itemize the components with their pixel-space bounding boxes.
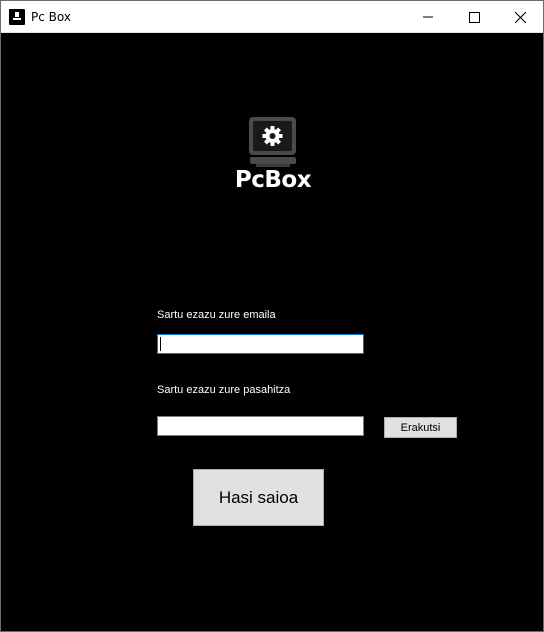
window-title: Pc Box (31, 10, 71, 24)
app-window: Pc Box PcBox Sartu ezazu zure emaila Sar… (0, 0, 544, 632)
logo-text: PcBox (234, 167, 312, 193)
monitor-gear-icon (249, 117, 296, 167)
email-field[interactable] (157, 334, 364, 354)
title-bar[interactable]: Pc Box (1, 1, 543, 33)
minimize-button[interactable] (405, 1, 451, 33)
minimize-icon (423, 16, 433, 18)
login-button[interactable]: Hasi saioa (193, 469, 324, 526)
close-button[interactable] (497, 1, 543, 33)
close-icon (514, 11, 526, 23)
password-field[interactable] (157, 416, 364, 436)
show-password-button[interactable]: Erakutsi (384, 417, 457, 438)
login-panel: PcBox Sartu ezazu zure emaila Sartu ezaz… (1, 33, 543, 631)
email-label: Sartu ezazu zure emaila (157, 309, 276, 321)
maximize-icon (468, 11, 480, 23)
app-icon[interactable] (9, 9, 25, 25)
maximize-button[interactable] (451, 1, 497, 33)
text-caret (160, 337, 161, 351)
pcbox-logo: PcBox (232, 117, 314, 197)
password-label: Sartu ezazu zure pasahitza (157, 384, 291, 396)
